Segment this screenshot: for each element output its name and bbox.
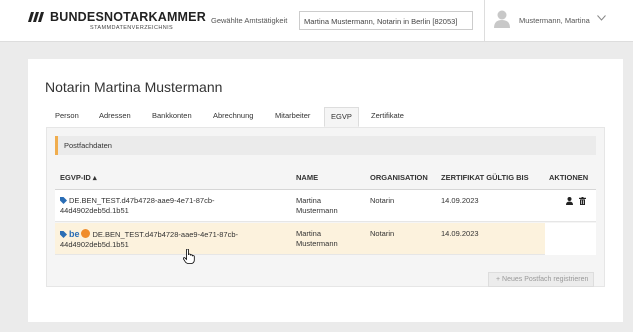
tag-icon	[60, 197, 67, 204]
logo-stripes-icon	[28, 12, 44, 22]
tab-zertifikate[interactable]: Zertifikate	[371, 107, 404, 127]
bea-badge-icon	[80, 229, 90, 238]
col-header-organisation[interactable]: ORGANISATION	[370, 173, 428, 182]
person-icon[interactable]	[566, 197, 573, 205]
tab-egvp[interactable]: EGVP	[324, 107, 359, 127]
tab-adressen[interactable]: Adressen	[99, 107, 131, 127]
actions-cell	[545, 223, 596, 255]
header-divider	[484, 0, 485, 42]
bea-logo-text: be	[69, 229, 80, 239]
egvp-id-line2: 44d4902deb5d.1b51	[60, 206, 129, 215]
egvp-id-line1: DE.BEN_TEST.d47b4728-aae9-4e71-87cb-	[92, 230, 239, 239]
hand-cursor-icon	[183, 249, 195, 264]
egvp-id-line2: 44d4902deb5d.1b51	[60, 240, 129, 249]
col-header-certificate[interactable]: ZERTIFIKAT GÜLTIG BIS	[441, 173, 529, 182]
certificate-cell: 14.09.2023	[441, 229, 479, 238]
trash-icon[interactable]	[579, 197, 586, 205]
page-title: Notarin Martina Mustermann	[45, 79, 223, 95]
table-row[interactable]: DE.BEN_TEST.d47b4728-aae9-4e71-87cb- 44d…	[55, 190, 596, 222]
egvp-id-line1: DE.BEN_TEST.d47b4728-aae9-4e71-87cb-	[69, 196, 215, 205]
egvp-content: Postfachdaten EGVP-ID ▴ NAME ORGANISATIO…	[46, 127, 605, 287]
top-bar: BUNDESNOTARKAMMER STAMMDATENVERZEICHNIS …	[0, 0, 633, 42]
egvp-id-cell: be DE.BEN_TEST.d47b4728-aae9-4e71-87cb- 4…	[60, 229, 238, 250]
name-cell: Martina Mustermann	[296, 229, 338, 249]
table-row[interactable]: be DE.BEN_TEST.d47b4728-aae9-4e71-87cb- 4…	[55, 223, 596, 255]
name-line1: Martina	[296, 196, 322, 205]
name-cell: Martina Mustermann	[296, 196, 338, 216]
section-heading: Postfachdaten	[55, 136, 596, 155]
office-select[interactable]: Martina Mustermann, Notarin in Berlin [8…	[299, 11, 473, 30]
user-icon[interactable]	[494, 10, 510, 28]
organisation-cell: Notarin	[370, 229, 395, 238]
brand-title: BUNDESNOTARKAMMER	[50, 10, 206, 24]
tab-person[interactable]: Person	[55, 107, 79, 127]
certificate-cell: 14.09.2023	[441, 196, 479, 205]
tag-icon	[60, 231, 67, 238]
col-header-egvp-id[interactable]: EGVP-ID ▴	[60, 173, 97, 182]
bea-logo: be	[69, 229, 90, 239]
tab-abrechnung[interactable]: Abrechnung	[213, 107, 253, 127]
name-line2: Mustermann	[296, 239, 338, 248]
col-header-actions: AKTIONEN	[549, 173, 589, 182]
name-line2: Mustermann	[296, 206, 338, 215]
register-postfach-button[interactable]: + Neues Postfach registrieren	[488, 272, 594, 287]
tab-bankkonten[interactable]: Bankkonten	[152, 107, 192, 127]
egvp-id-cell: DE.BEN_TEST.d47b4728-aae9-4e71-87cb- 44d…	[60, 196, 215, 216]
organisation-cell: Notarin	[370, 196, 395, 205]
office-label: Gewählte Amtstätigkeit	[211, 16, 288, 25]
chevron-down-icon[interactable]	[597, 15, 606, 21]
user-menu-name[interactable]: Mustermann, Martina	[519, 16, 590, 25]
name-line1: Martina	[296, 229, 322, 238]
main-panel: Notarin Martina Mustermann Person Adress…	[28, 59, 623, 322]
col-header-name[interactable]: NAME	[296, 173, 318, 182]
brand-subtitle: STAMMDATENVERZEICHNIS	[90, 25, 174, 31]
tab-mitarbeiter[interactable]: Mitarbeiter	[275, 107, 310, 127]
